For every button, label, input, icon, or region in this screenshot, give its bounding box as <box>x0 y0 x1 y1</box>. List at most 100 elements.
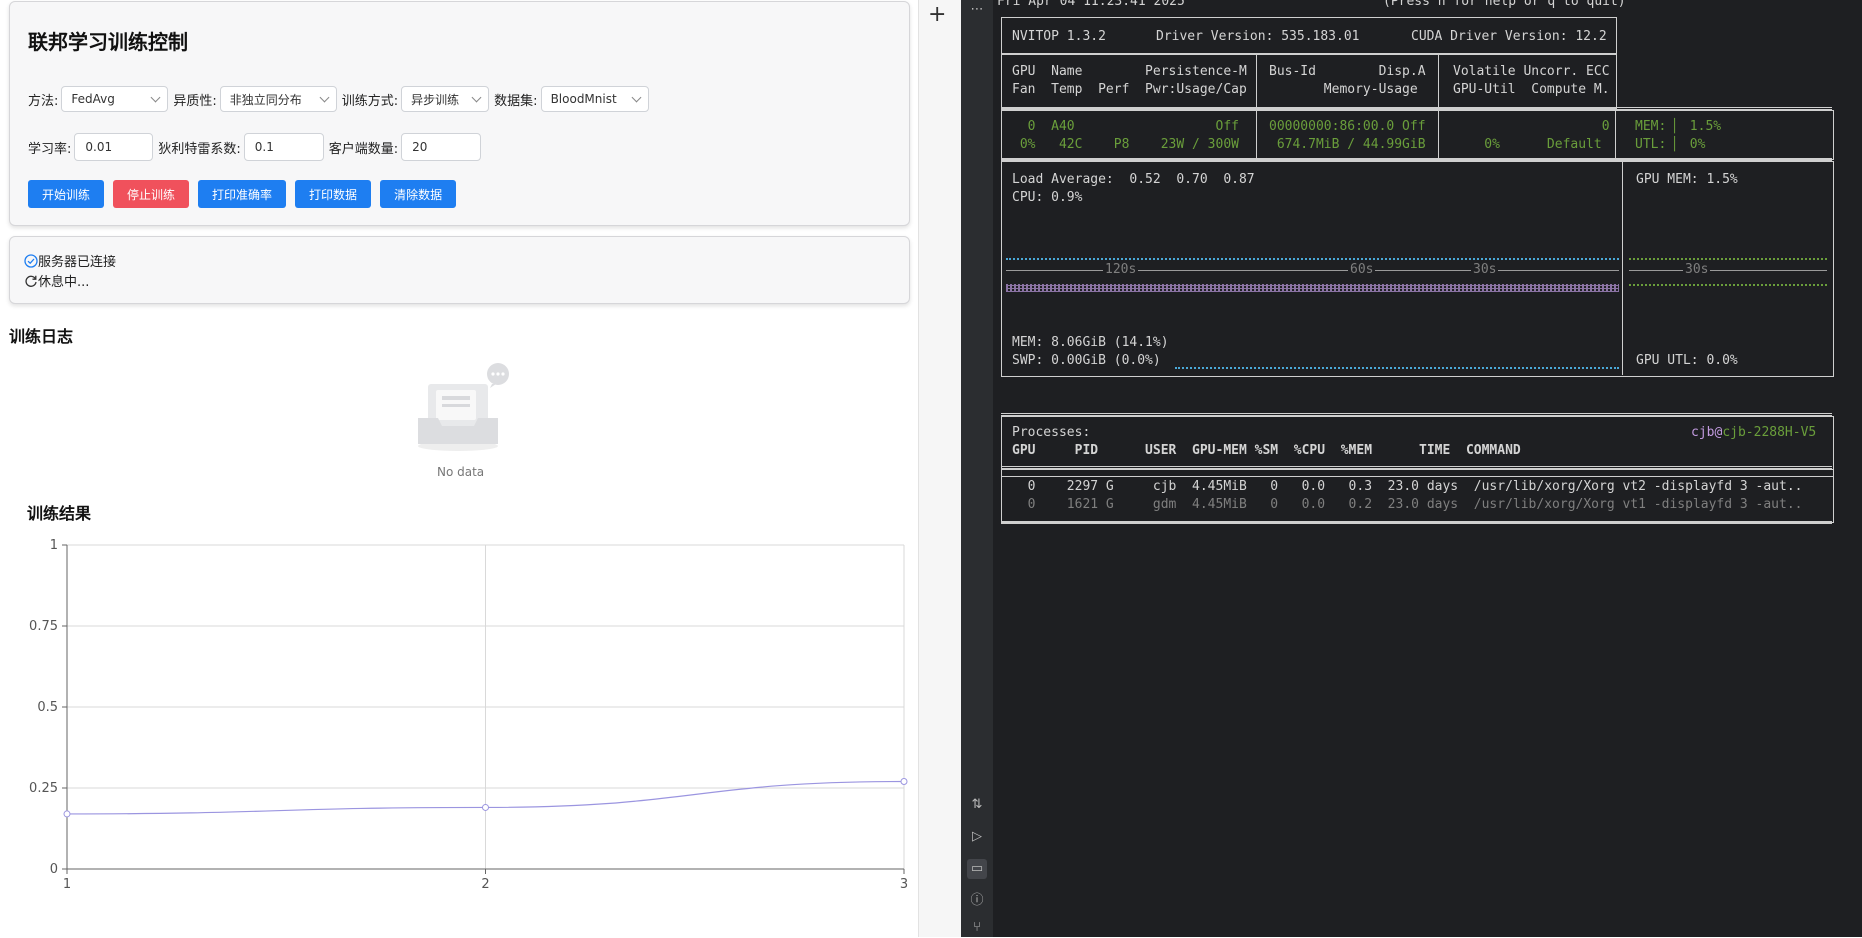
heterogeneity-label: 异质性: <box>173 93 217 109</box>
process-row[interactable]: 0 2297 G cjb 4.45MiB 0 0.0 0.3 23.0 days… <box>1012 479 1803 495</box>
dataset-select[interactable]: BloodMnist <box>540 86 649 112</box>
heterogeneity-select[interactable]: 非独立同分布 <box>219 86 337 112</box>
empty-state-text: No data <box>437 465 485 479</box>
col-divider-3 <box>1615 110 1616 158</box>
gpu-utl: GPU UTL: 0.0% <box>1636 353 1738 368</box>
gpu0-name: 0 A40 Off <box>1012 119 1239 134</box>
load-average: Load Average: 0.52 0.70 0.87 <box>1012 172 1255 187</box>
mem-history-bar <box>1006 284 1619 292</box>
problems-icon[interactable]: ⓘ <box>967 891 987 911</box>
hdr-memory-usage: Memory-Usage <box>1269 82 1418 97</box>
terminal-icon[interactable]: ▭ <box>967 859 987 879</box>
sync-icon <box>25 275 37 287</box>
x-tick-label: 2 <box>481 877 489 892</box>
results-line-chart: 0 0.25 0.5 0.75 1 1 2 3 <box>29 538 908 892</box>
x-tick-label: 1 <box>63 877 71 892</box>
chevron-down-icon <box>631 92 642 102</box>
host-user: cjb <box>1691 425 1715 440</box>
hdr-gpu-name: GPU Name Persistence-M <box>1012 64 1247 79</box>
tick-120s: 120s <box>1103 262 1139 278</box>
time-axis-gpu <box>1629 270 1827 271</box>
gpu-header-box <box>1001 53 1617 109</box>
hdr-gpu-util: GPU-Util Compute M. <box>1453 82 1610 97</box>
gpu0-memory: 674.7MiB / 44.99GiB <box>1269 137 1426 152</box>
data-point <box>63 810 71 818</box>
driver-version: Driver Version: 535.183.01 <box>1156 29 1360 44</box>
connection-status: 服务器已连接 <box>24 251 116 270</box>
hdr-fan-temp: Fan Temp Perf Pwr:Usage/Cap <box>1012 82 1247 97</box>
processes-title: Processes: <box>1012 425 1091 440</box>
tick-60s: 60s <box>1348 262 1376 278</box>
process-rows-box <box>1001 469 1834 523</box>
process-table-header: GPU PID USER GPU-MEM %SM %CPU %MEM TIME … <box>1012 443 1521 458</box>
process-row[interactable]: 0 1621 G gdm 4.45MiB 0 0.0 0.2 23.0 days… <box>1012 497 1803 513</box>
gpu-mem-history-line <box>1629 258 1827 260</box>
check-circle-icon <box>24 253 38 268</box>
dirichlet-label: 狄利特雷系数: <box>158 141 241 157</box>
double-rule-5 <box>1001 521 1832 524</box>
training-mode-select[interactable]: 异步训练 <box>401 86 490 112</box>
federated-learning-panel: 联邦学习训练控制 方法: FedAvg 异质性: 非独立同分布 训练方式: 异步… <box>0 0 918 937</box>
tool-sidebar: ⋯ ⇅ ▷ ▭ ⓘ ⑂ <box>961 0 993 937</box>
training-mode-value: 异步训练 <box>411 92 460 107</box>
dirichlet-input[interactable] <box>243 133 324 161</box>
training-status: 休息中... <box>24 271 89 290</box>
cuda-version: CUDA Driver Version: 12.2 <box>1411 29 1607 44</box>
options-row: 方法: FedAvg 异质性: 非独立同分布 训练方式: 异步训练 数据集: B… <box>28 86 654 112</box>
gpu0-util: 0% Default <box>1453 137 1602 152</box>
hdr-bus-id: Bus-Id Disp.A <box>1269 64 1426 79</box>
hdr-volatile-ecc: Volatile Uncorr. ECC <box>1453 64 1610 79</box>
transfer-arrows-icon[interactable]: ⇅ <box>967 795 987 815</box>
y-tick-label: 1 <box>50 538 58 553</box>
swap-history-line <box>1175 367 1619 369</box>
learning-rate-label: 学习率: <box>28 141 72 157</box>
col-divider-4 <box>1622 161 1623 375</box>
gpu0-bus: 00000000:86:00.0 Off <box>1269 119 1426 134</box>
host-mem: MEM: 8.06GiB (14.1%) <box>1012 335 1169 350</box>
chevron-down-icon <box>319 92 330 102</box>
training-log-title: 训练日志 <box>9 327 74 346</box>
control-card: 联邦学习训练控制 方法: FedAvg 异质性: 非独立同分布 训练方式: 异步… <box>9 1 910 226</box>
gpu-mem-usage: GPU MEM: 1.5% <box>1636 172 1738 187</box>
run-icon[interactable]: ▷ <box>967 827 987 847</box>
page-title: 联邦学习训练控制 <box>28 30 188 54</box>
editor-split-strip <box>918 0 962 937</box>
data-point <box>482 803 489 811</box>
method-select[interactable]: FedAvg <box>61 86 169 112</box>
more-icon[interactable]: ⋯ <box>967 0 987 20</box>
start-training-button[interactable]: 开始训练 <box>28 180 105 208</box>
host-label: cjb@cjb-2288H-V5 <box>1691 425 1816 441</box>
nvitop-version: NVITOP 1.3.2 <box>1012 29 1106 44</box>
clear-data-button[interactable]: 清除数据 <box>380 180 457 208</box>
plus-icon[interactable]: + <box>928 2 946 27</box>
y-tick-label: 0 <box>50 862 58 877</box>
gpu0-util-bar: UTL: ▏ 0% <box>1635 137 1706 152</box>
client-count-label: 客户端数量: <box>328 141 399 157</box>
method-label: 方法: <box>28 93 59 109</box>
y-tick-label: 0.25 <box>29 781 58 796</box>
stop-training-button[interactable]: 停止训练 <box>113 180 190 208</box>
status-card: 服务器已连接 休息中... <box>9 236 910 304</box>
learning-rate-input[interactable] <box>74 133 154 161</box>
connection-status-text: 服务器已连接 <box>38 255 117 270</box>
training-mode-label: 训练方式: <box>341 93 399 109</box>
terminal-nvitop[interactable]: Fri Apr 04 11:23:41 2025 (Press h for he… <box>993 0 1862 937</box>
client-count-input[interactable] <box>401 133 482 161</box>
empty-inbox-icon <box>418 363 509 451</box>
git-branch-icon[interactable]: ⑂ <box>967 918 987 938</box>
gpu0-stats: 0% 42C P8 23W / 300W <box>1012 137 1239 152</box>
gpu-util-history-line <box>1629 284 1827 286</box>
time-axis <box>1006 270 1619 271</box>
x-tick-label: 3 <box>900 877 908 892</box>
chevron-down-icon <box>471 92 482 102</box>
training-results-title: 训练结果 <box>27 504 92 523</box>
host-swap: SWP: 0.00GiB (0.0%) <box>1012 353 1161 368</box>
print-accuracy-button[interactable]: 打印准确率 <box>198 180 287 208</box>
training-status-text: 休息中... <box>38 275 90 290</box>
dataset-label: 数据集: <box>494 93 538 109</box>
dataset-value: BloodMnist <box>550 92 617 106</box>
y-tick-label: 0.75 <box>29 619 58 634</box>
y-tick-label: 0.5 <box>37 700 58 715</box>
print-data-button[interactable]: 打印数据 <box>295 180 372 208</box>
method-value: FedAvg <box>71 92 115 106</box>
